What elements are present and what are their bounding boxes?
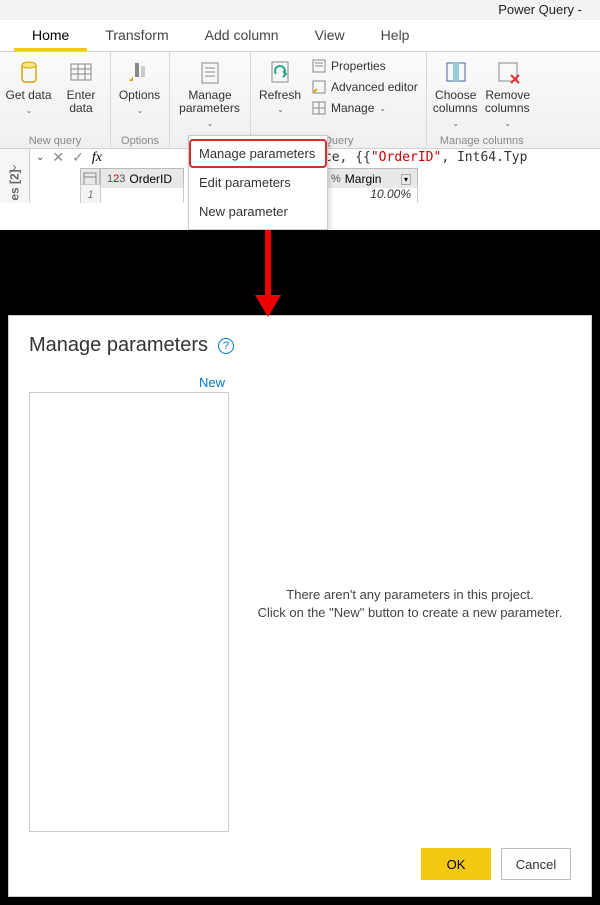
table-icon: [66, 57, 96, 87]
remove-columns-button[interactable]: Remove columns ⌄: [483, 55, 533, 132]
properties-button[interactable]: Properties: [309, 57, 420, 75]
manage-button[interactable]: Manage ⌄: [309, 99, 420, 117]
menu-manage-parameters[interactable]: Manage parameters: [189, 139, 327, 168]
tab-transform[interactable]: Transform: [87, 20, 186, 51]
group-options: Options: [115, 135, 165, 148]
properties-icon: [311, 58, 327, 74]
tab-help[interactable]: Help: [363, 20, 428, 51]
advanced-editor-button[interactable]: Advanced editor: [309, 78, 420, 96]
grid-icon: [311, 100, 327, 116]
manage-parameters-button[interactable]: Manage parameters ⌄: [174, 55, 246, 132]
chevron-down-icon: ⌄: [36, 152, 44, 163]
queries-pane-collapsed[interactable]: › es [2]: [0, 149, 30, 203]
parameters-icon: [195, 57, 225, 87]
options-button[interactable]: Options ⌄: [115, 55, 165, 119]
row-number: 1: [80, 184, 100, 204]
cancel-icon[interactable]: ✕: [52, 149, 64, 166]
refresh-icon: [265, 57, 295, 87]
confirm-icon[interactable]: ✓: [72, 149, 84, 166]
get-data-button[interactable]: Get data ⌄: [4, 55, 54, 119]
cancel-button[interactable]: Cancel: [501, 848, 571, 880]
parameter-list[interactable]: [29, 392, 229, 832]
dialog-title: Manage parameters: [29, 334, 208, 357]
choose-columns-button[interactable]: Choose columns ⌄: [431, 55, 481, 132]
cell-orderid-1[interactable]: [100, 184, 184, 204]
group-new-query: New query: [4, 135, 106, 148]
database-icon: [14, 57, 44, 87]
arrow-annotation: [265, 230, 281, 317]
app-title: Power Query -: [0, 0, 600, 20]
menu-edit-parameters[interactable]: Edit parameters: [189, 168, 327, 197]
editor-icon: [311, 79, 327, 95]
cell-margin-1[interactable]: 10.00%: [324, 184, 418, 204]
empty-state-message: There aren't any parameters in this proj…: [249, 375, 571, 832]
menu-new-parameter[interactable]: New parameter: [189, 197, 327, 226]
refresh-button[interactable]: Refresh⌄: [255, 55, 305, 118]
enter-data-button[interactable]: Enter data: [56, 55, 106, 117]
group-manage-columns: Manage columns: [431, 135, 533, 148]
choose-columns-icon: [441, 57, 471, 87]
help-icon[interactable]: ?: [218, 338, 234, 354]
manage-parameters-dropdown: Manage parameters Edit parameters New pa…: [188, 135, 328, 230]
tab-view[interactable]: View: [297, 20, 363, 51]
options-icon: [125, 57, 155, 87]
ok-button[interactable]: OK: [421, 848, 491, 880]
remove-columns-icon: [493, 57, 523, 87]
tab-add-column[interactable]: Add column: [187, 20, 297, 51]
fx-icon: fx: [92, 150, 102, 166]
tab-home[interactable]: Home: [14, 20, 87, 51]
new-parameter-link[interactable]: New: [29, 375, 229, 392]
